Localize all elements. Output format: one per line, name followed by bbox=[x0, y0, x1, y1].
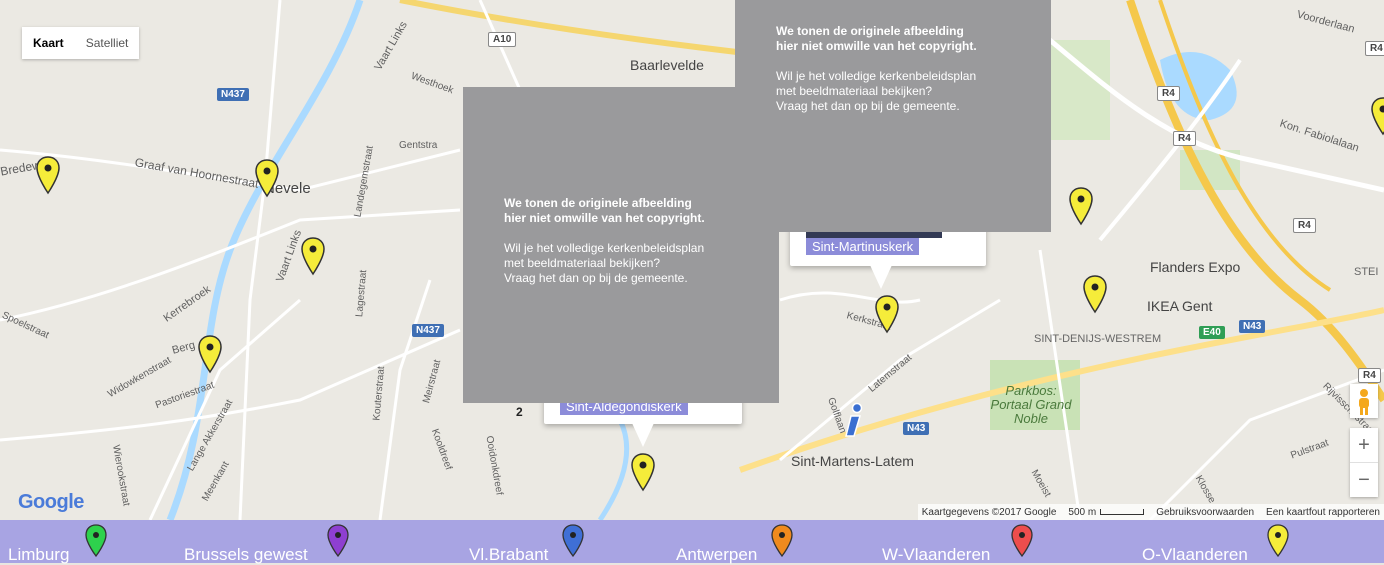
street-view-control[interactable] bbox=[1350, 384, 1378, 418]
overlay-text: met beeldmateriaal bekijken? bbox=[504, 256, 705, 271]
map-marker-icon[interactable] bbox=[300, 236, 326, 276]
place-label: Flanders Expo bbox=[1150, 259, 1240, 275]
street-label: Gentstra bbox=[399, 140, 437, 151]
road-shield-a10: A10 bbox=[488, 32, 516, 47]
region-pin-icon[interactable] bbox=[770, 523, 794, 557]
overlay-text: hier niet omwille van het copyright. bbox=[504, 211, 705, 226]
region-bar: Limburg Brussels gewest Vl.Brabant Antwe… bbox=[0, 520, 1384, 563]
place-label: STEI bbox=[1354, 266, 1378, 278]
map-type-kaart[interactable]: Kaart bbox=[22, 27, 75, 59]
map-type-control: Kaart Satelliet bbox=[22, 27, 139, 59]
road-shield-e40: E40 bbox=[1199, 326, 1225, 339]
zoom-control: + − bbox=[1350, 428, 1378, 497]
copyright-overlay: We tonen de originele afbeelding hier ni… bbox=[735, 0, 1051, 232]
copyright-overlay: We tonen de originele afbeelding hier ni… bbox=[463, 87, 779, 403]
map-marker-icon[interactable] bbox=[630, 452, 656, 492]
road-shield-n43: N43 bbox=[1239, 320, 1265, 333]
region-pin-icon[interactable] bbox=[326, 523, 350, 557]
map-marker-icon[interactable] bbox=[1370, 96, 1384, 136]
place-label: Parkbos: Portaal Grand Noble bbox=[986, 384, 1076, 426]
map-marker-icon[interactable] bbox=[1082, 274, 1108, 314]
bubble-pointer bbox=[632, 423, 654, 447]
zoom-out-button[interactable]: − bbox=[1350, 462, 1378, 497]
road-shield-n437: N437 bbox=[217, 88, 249, 101]
terms-link[interactable]: Gebruiksvoorwaarden bbox=[1156, 507, 1254, 518]
map-marker-icon[interactable] bbox=[874, 294, 900, 334]
map-marker-icon[interactable] bbox=[1068, 186, 1094, 226]
region-pin-icon[interactable] bbox=[1266, 523, 1290, 557]
scale-label: 500 m bbox=[1068, 507, 1096, 518]
road-shield-r4: R4 bbox=[1293, 218, 1316, 233]
region-pin-icon[interactable] bbox=[1010, 523, 1034, 557]
report-map-error-link[interactable]: Een kaartfout rapporteren bbox=[1266, 507, 1380, 518]
place-label: SINT-DENIJS-WESTREM bbox=[1034, 333, 1161, 345]
road-shield-r4: R4 bbox=[1157, 86, 1180, 101]
map-type-satelliet[interactable]: Satelliet bbox=[75, 27, 140, 59]
place-label: Baarlevelde bbox=[630, 57, 704, 73]
map-marker-icon[interactable] bbox=[197, 334, 223, 374]
overlay-text: Vraag het dan op bij de gemeente. bbox=[776, 99, 977, 114]
region-label-wvlaanderen[interactable]: W-Vlaanderen bbox=[882, 545, 990, 565]
info-marker-icon[interactable] bbox=[842, 402, 866, 440]
region-label-vlbrabant[interactable]: Vl.Brabant bbox=[469, 545, 548, 565]
pegman-icon bbox=[1350, 384, 1378, 418]
overlay-text: Vraag het dan op bij de gemeente. bbox=[504, 271, 705, 286]
road-shield-r4: R4 bbox=[1173, 131, 1196, 146]
map-attribution: Kaartgegevens ©2017 Google bbox=[922, 507, 1057, 518]
road-shield-n43: N43 bbox=[903, 422, 929, 435]
zoom-in-button[interactable]: + bbox=[1350, 428, 1378, 462]
scale-line bbox=[1100, 509, 1144, 515]
map[interactable]: Kaart Satelliet A10 N437 N437 R4 R4 R4 R… bbox=[0, 0, 1384, 520]
road-shield-r4: R4 bbox=[1365, 41, 1384, 56]
region-label-ovlaanderen[interactable]: O-Vlaanderen bbox=[1142, 545, 1248, 565]
scale-bar[interactable]: 500 m bbox=[1068, 507, 1144, 518]
overlay-text: met beeldmateriaal bekijken? bbox=[776, 84, 977, 99]
overlay-text: We tonen de originele afbeelding bbox=[776, 24, 977, 39]
bubble-title[interactable]: Sint-Martinuskerk bbox=[806, 238, 919, 255]
road-shield-n437: N437 bbox=[412, 324, 444, 337]
place-label: IKEA Gent bbox=[1147, 298, 1212, 314]
region-label-brussels[interactable]: Brussels gewest bbox=[184, 545, 308, 565]
place-label: Sint-Martens-Latem bbox=[791, 453, 914, 469]
overlay-text: Wil je het volledige kerkenbeleidsplan bbox=[776, 69, 977, 84]
bubble-pointer bbox=[870, 265, 892, 289]
map-footer: Kaartgegevens ©2017 Google 500 m Gebruik… bbox=[918, 504, 1384, 520]
region-pin-icon[interactable] bbox=[561, 523, 585, 557]
overlay-text: hier niet omwille van het copyright. bbox=[776, 39, 977, 54]
region-pin-icon[interactable] bbox=[84, 523, 108, 557]
map-marker-icon[interactable] bbox=[35, 155, 61, 195]
overlay-text: Wil je het volledige kerkenbeleidsplan bbox=[504, 241, 705, 256]
road-shield-r4: R4 bbox=[1358, 368, 1381, 383]
overlay-text: We tonen de originele afbeelding bbox=[504, 196, 705, 211]
region-label-limburg[interactable]: Limburg bbox=[8, 545, 69, 565]
cluster-count[interactable]: 2 bbox=[516, 405, 523, 419]
region-label-antwerpen[interactable]: Antwerpen bbox=[676, 545, 757, 565]
google-logo[interactable]: Google bbox=[18, 491, 84, 514]
map-marker-icon[interactable] bbox=[254, 158, 280, 198]
